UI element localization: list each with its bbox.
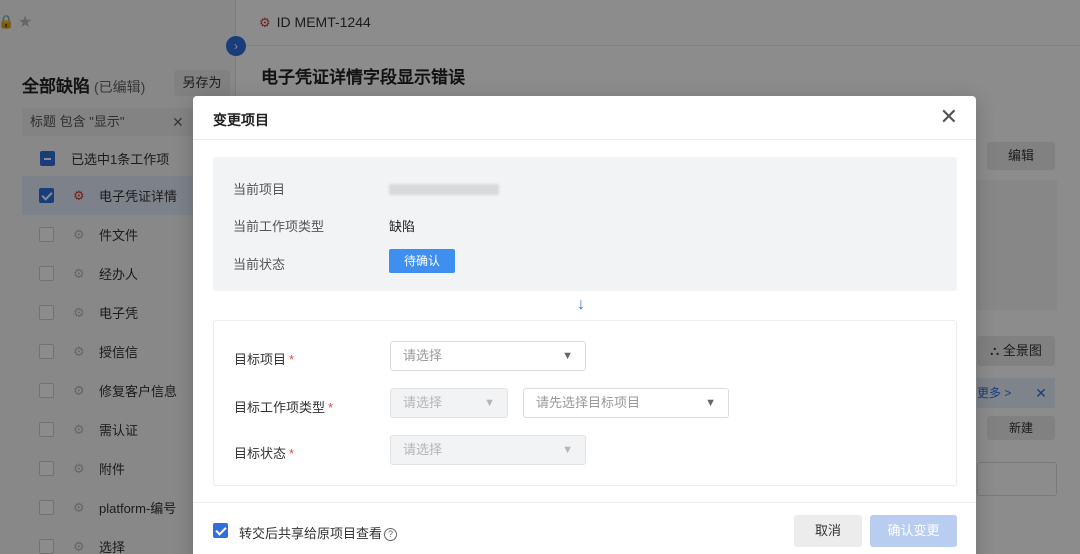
arrow-down-icon: ↓	[577, 296, 585, 313]
chevron-down-icon: ▼	[562, 444, 573, 456]
target-type-label: 目标工作项类型 *	[234, 400, 334, 415]
target-form: 目标项目 * 请选择 ▼ 目标工作项类型 * 请选择 ▼ 请先选择目标项目 ▼ 目标…	[213, 320, 957, 486]
chevron-down-icon: ▼	[705, 397, 716, 409]
current-type-value: 缺陷	[389, 219, 416, 234]
current-project-value	[389, 181, 503, 196]
current-info-box: 当前项目 当前工作项类型 缺陷 当前状态 待确认	[213, 157, 957, 291]
dialog-footer: 转交后共享给原项目查看? 取消 确认变更	[193, 502, 976, 554]
dialog-title: 变更项目	[213, 112, 269, 128]
current-status-label: 当前状态	[233, 257, 286, 272]
target-project-placeholder: 请选择	[403, 348, 443, 363]
target-project-select[interactable]: 请选择 ▼	[390, 341, 586, 371]
help-icon[interactable]: ?	[384, 528, 398, 541]
current-status-badge: 待确认	[389, 249, 455, 273]
target-category-select[interactable]: 请选择 ▼	[390, 388, 508, 418]
dialog-header: 变更项目 ✕	[193, 96, 976, 140]
cancel-button[interactable]: 取消	[794, 515, 862, 547]
target-status-select[interactable]: 请选择 ▼	[390, 435, 586, 465]
confirm-change-button[interactable]: 确认变更	[870, 515, 957, 547]
chevron-down-icon: ▼	[562, 350, 573, 362]
current-type-label: 当前工作项类型	[233, 219, 325, 234]
chevron-down-icon: ▼	[484, 397, 495, 409]
change-project-dialog: 变更项目 ✕ 当前项目 当前工作项类型 缺陷 当前状态 待确认 ↓ 目标项目 * …	[193, 96, 976, 554]
share-label: 转交后共享给原项目查看?	[239, 523, 398, 542]
target-category-placeholder: 请选择	[403, 395, 443, 410]
target-status-label: 目标状态 *	[234, 446, 295, 461]
target-type-placeholder: 请先选择目标项目	[536, 395, 641, 410]
share-checkbox[interactable]	[213, 523, 228, 538]
target-status-placeholder: 请选择	[403, 442, 443, 457]
close-icon[interactable]: ✕	[940, 106, 958, 128]
current-project-label: 当前项目	[233, 182, 286, 197]
target-type-select[interactable]: 请先选择目标项目 ▼	[523, 388, 729, 418]
target-project-label: 目标项目 *	[234, 352, 295, 367]
